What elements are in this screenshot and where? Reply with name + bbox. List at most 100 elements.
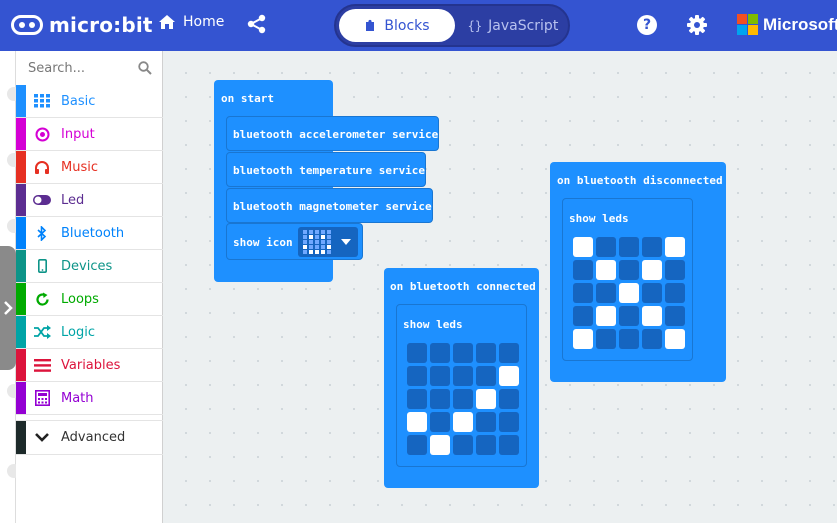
bluetooth-temperature-block[interactable]: bluetooth temperature service [226,152,426,187]
show-leds-block[interactable]: show leds [562,198,693,361]
category-loops[interactable]: Loops [16,283,163,316]
search-input[interactable] [28,53,138,83]
category-logic[interactable]: Logic [16,316,163,349]
led-cell[interactable] [619,260,639,280]
led-cell[interactable] [430,366,450,386]
grid-icon [33,92,51,110]
led-cell[interactable] [619,237,639,257]
led-cell[interactable] [430,389,450,409]
led-cell[interactable] [573,306,593,326]
collapse-toolbox-button[interactable] [0,246,16,370]
toolbox: Basic Input Music Led Bluetooth Dev [16,51,163,523]
home-button[interactable]: Home [158,14,224,30]
led-cell[interactable] [573,237,593,257]
led-cell[interactable] [642,283,662,303]
category-label: Loops [61,291,99,307]
block-label: show leds [569,212,629,225]
led-cell[interactable] [573,283,593,303]
led-cell[interactable] [499,389,519,409]
category-math[interactable]: Math [16,382,163,415]
led-cell[interactable] [430,435,450,455]
bluetooth-accelerometer-block[interactable]: bluetooth accelerometer service [226,116,439,151]
search-icon[interactable] [138,61,152,75]
led-cell[interactable] [642,260,662,280]
led-cell[interactable] [476,412,496,432]
led-cell[interactable] [665,237,685,257]
led-cell[interactable] [596,329,616,349]
led-cell[interactable] [499,366,519,386]
blocks-tab[interactable]: Blocks [339,9,455,42]
editor-toggle: Blocks {} JavaScript [334,4,570,47]
led-cell[interactable] [476,435,496,455]
category-color-bar [16,382,26,414]
category-input[interactable]: Input [16,118,163,151]
gear-icon[interactable] [686,14,708,36]
block-label: bluetooth temperature service [233,164,426,177]
led-cell[interactable] [642,237,662,257]
led-cell[interactable] [573,329,593,349]
category-variables[interactable]: Variables [16,349,163,382]
category-advanced[interactable]: Advanced [16,420,163,455]
led-cell[interactable] [619,283,639,303]
led-cell[interactable] [596,260,616,280]
led-cell[interactable] [499,343,519,363]
bluetooth-magnetometer-block[interactable]: bluetooth magnetometer service [226,188,433,223]
block-label: show leds [403,318,463,331]
led-cell[interactable] [665,306,685,326]
led-cell[interactable] [476,366,496,386]
category-bluetooth[interactable]: Bluetooth [16,217,163,250]
led-cell[interactable] [453,366,473,386]
chevron-down-icon [33,429,51,447]
led-cell[interactable] [665,329,685,349]
led-cell[interactable] [665,260,685,280]
category-color-bar [16,118,26,150]
refresh-icon [33,290,51,308]
category-color-bar [16,184,26,216]
led-cell[interactable] [619,306,639,326]
led-cell[interactable] [453,412,473,432]
led-cell[interactable] [619,329,639,349]
blocks-workspace[interactable]: on start bluetooth accelerometer service… [164,51,837,523]
led-cell[interactable] [573,260,593,280]
led-cell[interactable] [430,412,450,432]
led-cell[interactable] [596,306,616,326]
led-cell[interactable] [453,435,473,455]
chevron-right-icon [4,301,13,315]
lines-icon [33,356,51,374]
led-cell[interactable] [407,412,427,432]
led-cell[interactable] [665,283,685,303]
led-cell[interactable] [407,389,427,409]
led-cell[interactable] [407,435,427,455]
category-led[interactable]: Led [16,184,163,217]
led-cell[interactable] [453,389,473,409]
category-color-bar [16,316,26,348]
category-devices[interactable]: Devices [16,250,163,283]
led-cell[interactable] [430,343,450,363]
share-icon[interactable] [247,14,267,34]
led-cell[interactable] [453,343,473,363]
show-leds-block[interactable]: show leds [396,304,527,467]
microbit-logo[interactable]: micro:bit [11,11,153,39]
led-cell[interactable] [642,329,662,349]
radio-target-icon [33,125,51,143]
led-cell[interactable] [476,389,496,409]
bluetooth-icon [33,224,51,242]
category-color-bar [16,151,26,183]
category-label: Logic [61,324,95,340]
led-cell[interactable] [499,435,519,455]
led-cell[interactable] [642,306,662,326]
led-cell[interactable] [499,412,519,432]
led-cell[interactable] [407,366,427,386]
microbit-logo-icon [11,15,43,35]
help-button[interactable]: ? [637,15,657,35]
led-cell[interactable] [407,343,427,363]
category-music[interactable]: Music [16,151,163,184]
javascript-tab[interactable]: {} JavaScript [460,9,566,42]
category-basic[interactable]: Basic [16,85,163,118]
led-cell[interactable] [476,343,496,363]
microsoft-logo[interactable]: Microsoft [737,14,837,35]
show-icon-block[interactable]: show icon [226,223,363,260]
led-cell[interactable] [596,283,616,303]
led-cell[interactable] [596,237,616,257]
icon-picker[interactable] [298,227,358,257]
